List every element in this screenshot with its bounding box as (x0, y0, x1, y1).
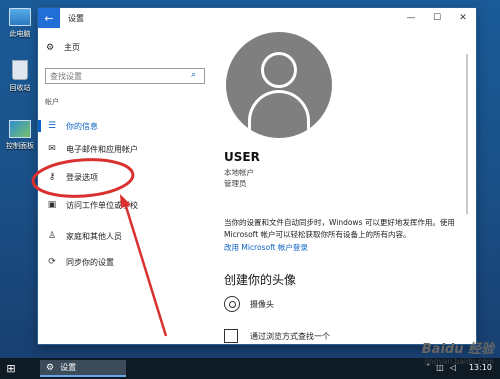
minimize-button[interactable]: — (398, 8, 424, 28)
settings-nav: ⚙ 主页 ⌕ 帐户 ☰ 你的信息 ✉ 电子邮件和应用帐户 ⚷ 登录选项 ▣ 访问… (38, 28, 216, 344)
search-box[interactable]: ⌕ (45, 68, 205, 84)
briefcase-icon: ▣ (47, 200, 57, 210)
nav-item-label: 同步你的设置 (66, 257, 114, 267)
search-icon[interactable]: ⌕ (191, 70, 201, 80)
computer-icon (9, 8, 31, 26)
people-icon: ♙ (47, 231, 57, 241)
desktop-icon-control-panel[interactable]: 控制面板 (3, 120, 37, 151)
account-role: 管理员 (224, 179, 247, 188)
nav-item-label: 登录选项 (66, 172, 98, 182)
back-button[interactable]: ← (38, 8, 60, 28)
nav-section-header: 帐户 (45, 98, 59, 106)
nav-home-label: 主页 (64, 43, 80, 52)
create-avatar-heading: 创建你的头像 (224, 273, 297, 287)
browse-option-label: 通过浏览方式查找一个 (250, 331, 330, 341)
sync-icon: ⟳ (48, 257, 56, 267)
taskbar-button-label: 设置 (60, 363, 77, 372)
camera-icon (224, 296, 240, 312)
microsoft-account-link[interactable]: 改用 Microsoft 帐户登录 (224, 242, 308, 253)
desktop-icon-label: 此电脑 (9, 30, 31, 38)
avatar-body-shape (248, 90, 310, 134)
avatar-head-shape (261, 52, 297, 88)
arrow-left-icon: ← (44, 11, 54, 25)
nav-item-label: 家庭和其他人员 (66, 231, 122, 241)
account-content: USER 本地帐户 管理员 当你的设置和文件自动同步时，Windows 可以更好… (224, 28, 470, 344)
recycle-bin-icon (12, 60, 28, 80)
watermark-url: jingyan.baidu.com (424, 357, 494, 366)
watermark-logo: Baidu 经验 (421, 342, 494, 357)
close-button[interactable]: ✕ (450, 8, 476, 28)
gear-icon: ⚙ (46, 362, 55, 373)
control-panel-icon (9, 120, 31, 138)
browse-icon (224, 329, 238, 343)
baidu-watermark: Baidu 经验 jingyan.baidu.com (422, 338, 494, 366)
window-title: 设置 (68, 13, 84, 23)
user-name: USER (224, 150, 260, 164)
maximize-button[interactable]: ☐ (424, 8, 450, 28)
user-avatar (226, 32, 332, 138)
nav-home[interactable]: ⚙ 主页 (46, 42, 80, 53)
search-input[interactable] (46, 69, 186, 83)
nav-item-sign-in-options[interactable]: ⚷ 登录选项 (38, 169, 216, 185)
desktop-icon-recycle-bin[interactable]: 回收站 (3, 60, 37, 93)
desktop-icon-label: 控制面板 (6, 142, 34, 150)
nav-item-your-info[interactable]: ☰ 你的信息 (38, 118, 216, 134)
gear-icon: ⚙ (46, 42, 55, 53)
taskbar-settings-button[interactable]: ⚙ 设置 (40, 360, 126, 377)
desktop-icon-label: 回收站 (9, 84, 31, 92)
nav-item-label: 访问工作单位或学校 (66, 200, 138, 210)
desktop-icon-this-pc[interactable]: 此电脑 (3, 8, 37, 39)
person-card-icon: ☰ (47, 121, 57, 131)
camera-option-label: 摄像头 (250, 299, 274, 309)
settings-window: ← 设置 — ☐ ✕ ⚙ 主页 ⌕ 帐户 ☰ 你的信息 ✉ 电子邮件和应用帐户 … (38, 8, 476, 344)
title-bar[interactable]: ← 设置 — ☐ ✕ (38, 8, 476, 28)
account-type: 本地帐户 (224, 168, 254, 177)
browse-option[interactable]: 通过浏览方式查找一个 (224, 329, 330, 343)
sync-description: 当你的设置和文件自动同步时，Windows 可以更好地发挥作用。使用 Micro… (224, 218, 455, 239)
camera-option[interactable]: 摄像头 (224, 296, 274, 312)
nav-item-email-accounts[interactable]: ✉ 电子邮件和应用帐户 (38, 141, 216, 157)
nav-item-label: 电子邮件和应用帐户 (66, 144, 138, 154)
start-button[interactable]: ⊞ (0, 358, 22, 379)
scrollbar[interactable] (466, 54, 468, 214)
windows-logo-icon: ⊞ (6, 362, 16, 375)
nav-item-label: 你的信息 (66, 121, 98, 131)
nav-item-family[interactable]: ♙ 家庭和其他人员 (38, 228, 216, 244)
key-icon: ⚷ (48, 172, 56, 182)
nav-item-work-school[interactable]: ▣ 访问工作单位或学校 (38, 197, 216, 213)
mail-icon: ✉ (48, 144, 56, 154)
nav-item-sync[interactable]: ⟳ 同步你的设置 (38, 254, 216, 270)
